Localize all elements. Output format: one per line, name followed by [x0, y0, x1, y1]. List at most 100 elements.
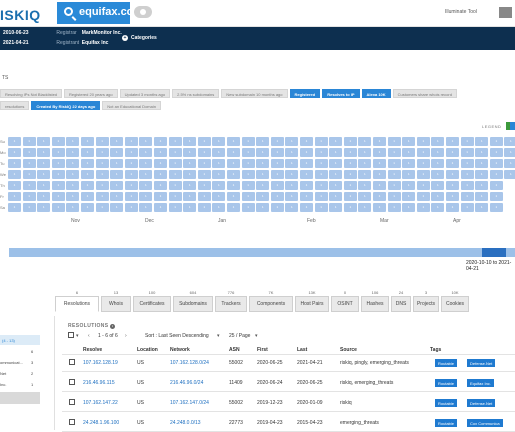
heatmap-cell[interactable]: 1 — [183, 137, 197, 146]
heatmap-cell[interactable]: 1 — [197, 170, 211, 179]
heatmap-cell[interactable]: 1 — [168, 159, 182, 168]
filter-item[interactable]: Net 2 — [0, 371, 40, 376]
heatmap-cell[interactable]: 1 — [8, 203, 21, 212]
tag-pill[interactable]: Equifax Inc. — [467, 379, 494, 387]
heatmap-cell[interactable]: 1 — [197, 203, 211, 212]
heatmap-cell[interactable]: 1 — [241, 170, 255, 179]
heatmap-cell[interactable]: 1 — [22, 159, 36, 168]
heatmap-cell[interactable]: 1 — [66, 137, 80, 146]
heatmap-cell[interactable]: 1 — [373, 181, 386, 190]
heatmap-cell[interactable]: 1 — [124, 148, 138, 157]
insight-tag[interactable]: Not an Educational Domain — [102, 101, 161, 110]
heatmap-cell[interactable]: 1 — [460, 170, 474, 179]
heatmap-cell[interactable]: 1 — [300, 159, 313, 168]
tab-whois[interactable]: Whois — [101, 296, 131, 312]
heatmap-cell[interactable]: 1 — [110, 170, 124, 179]
heatmap-cell[interactable]: 1 — [402, 170, 416, 179]
heatmap-cell[interactable]: 1 — [168, 170, 182, 179]
tab-resolutions[interactable]: Resolutions — [55, 296, 99, 312]
heatmap-cell[interactable]: 1 — [51, 137, 65, 146]
heatmap-cell[interactable]: 1 — [314, 203, 328, 212]
heatmap-cell[interactable]: 1 — [402, 192, 416, 201]
heatmap-cell[interactable]: 1 — [227, 192, 240, 201]
heatmap-cell[interactable]: 1 — [489, 159, 503, 168]
insight-tag[interactable]: resolutions — [0, 101, 30, 110]
heatmap-cell[interactable]: 1 — [95, 137, 109, 146]
heatmap-cell[interactable]: 1 — [270, 148, 284, 157]
info-icon[interactable]: i — [110, 324, 116, 329]
heatmap-cell[interactable]: 1 — [460, 181, 474, 190]
heatmap-cell[interactable]: 1 — [329, 192, 343, 201]
heatmap-cell[interactable]: 1 — [81, 192, 94, 201]
heatmap-cell[interactable]: 1 — [8, 192, 21, 201]
filter-item[interactable]: Inc. 1 — [0, 382, 40, 387]
heatmap-cell[interactable]: 1 — [416, 148, 430, 157]
heatmap-cell[interactable]: 1 — [197, 159, 211, 168]
heatmap-cell[interactable]: 1 — [402, 148, 416, 157]
heatmap-cell[interactable]: 1 — [314, 137, 328, 146]
heatmap-cell[interactable]: 1 — [183, 192, 197, 201]
heatmap-cell[interactable]: 1 — [285, 159, 299, 168]
column-header[interactable]: Resolve — [83, 347, 102, 353]
heatmap-cell[interactable]: 1 — [300, 203, 313, 212]
heatmap-cell[interactable]: 1 — [475, 203, 489, 212]
heatmap-cell[interactable]: 1 — [227, 148, 240, 157]
heatmap-cell[interactable]: 1 — [285, 137, 299, 146]
heatmap-cell[interactable]: 1 — [416, 181, 430, 190]
categories-button[interactable]: + Categories — [122, 35, 157, 41]
heatmap-cell[interactable]: 1 — [343, 170, 357, 179]
heatmap-cell[interactable]: 1 — [227, 170, 240, 179]
heatmap-cell[interactable]: 1 — [329, 148, 343, 157]
insight-tag[interactable]: Registered — [289, 89, 321, 98]
heatmap-cell[interactable]: 1 — [446, 137, 459, 146]
heatmap-cell[interactable]: 1 — [416, 137, 430, 146]
heatmap-cell[interactable]: 1 — [8, 159, 21, 168]
heatmap-cell[interactable]: 1 — [460, 148, 474, 157]
heatmap-cell[interactable]: 1 — [241, 192, 255, 201]
heatmap-cell[interactable]: 1 — [489, 148, 503, 157]
heatmap-cell[interactable]: 1 — [343, 148, 357, 157]
heatmap-cell[interactable]: 1 — [373, 159, 386, 168]
heatmap-cell[interactable]: 1 — [300, 192, 313, 201]
cell-network[interactable]: 107.162.147.0/24 — [170, 400, 209, 406]
heatmap-cell[interactable]: 1 — [124, 137, 138, 146]
cell-network[interactable]: 107.162.128.0/24 — [170, 360, 209, 366]
heatmap-cell[interactable]: 1 — [22, 148, 36, 157]
heatmap-cell[interactable]: 1 — [373, 148, 386, 157]
heatmap-cell[interactable]: 1 — [183, 170, 197, 179]
row-checkbox[interactable] — [69, 399, 75, 405]
heatmap-cell[interactable]: 1 — [387, 170, 401, 179]
heatmap-cell[interactable]: 1 — [373, 203, 386, 212]
heatmap-cell[interactable]: 1 — [475, 159, 489, 168]
menu-icon[interactable] — [499, 7, 512, 18]
heatmap-cell[interactable]: 1 — [212, 170, 226, 179]
heatmap-cell[interactable]: 1 — [81, 159, 94, 168]
heatmap-cell[interactable]: 1 — [329, 203, 343, 212]
tag-pill[interactable]: Routable — [435, 399, 458, 407]
heatmap-cell[interactable]: 1 — [475, 181, 489, 190]
heatmap-cell[interactable]: 1 — [37, 148, 51, 157]
heatmap-cell[interactable]: 1 — [66, 159, 80, 168]
heatmap-cell[interactable]: 1 — [212, 148, 226, 157]
heatmap-cell[interactable]: 1 — [227, 203, 240, 212]
heatmap-cell[interactable]: 1 — [22, 181, 36, 190]
heatmap-cell[interactable]: 1 — [139, 181, 153, 190]
heatmap-cell[interactable]: 1 — [489, 137, 503, 146]
heatmap-cell[interactable]: 1 — [81, 137, 94, 146]
heatmap-cell[interactable]: 1 — [8, 181, 21, 190]
tools-label[interactable]: Illuminate Tool — [445, 9, 477, 15]
heatmap-cell[interactable]: 1 — [358, 148, 372, 157]
heatmap-cell[interactable]: 1 — [387, 137, 401, 146]
heatmap-cell[interactable]: 1 — [95, 203, 109, 212]
heatmap-cell[interactable]: 1 — [300, 148, 313, 157]
heatmap-cell[interactable]: 1 — [168, 181, 182, 190]
heatmap-cell[interactable]: 1 — [8, 148, 21, 157]
heatmap-cell[interactable]: 1 — [154, 137, 167, 146]
heatmap-cell[interactable]: 1 — [270, 203, 284, 212]
heatmap-cell[interactable]: 1 — [300, 181, 313, 190]
heatmap-cell[interactable]: 1 — [241, 203, 255, 212]
heatmap-cell[interactable]: 1 — [241, 148, 255, 157]
heatmap-cell[interactable]: 1 — [51, 181, 65, 190]
heatmap-cell[interactable]: 1 — [212, 159, 226, 168]
sort-select[interactable]: Sort : Last Seen Descending — [145, 333, 209, 339]
